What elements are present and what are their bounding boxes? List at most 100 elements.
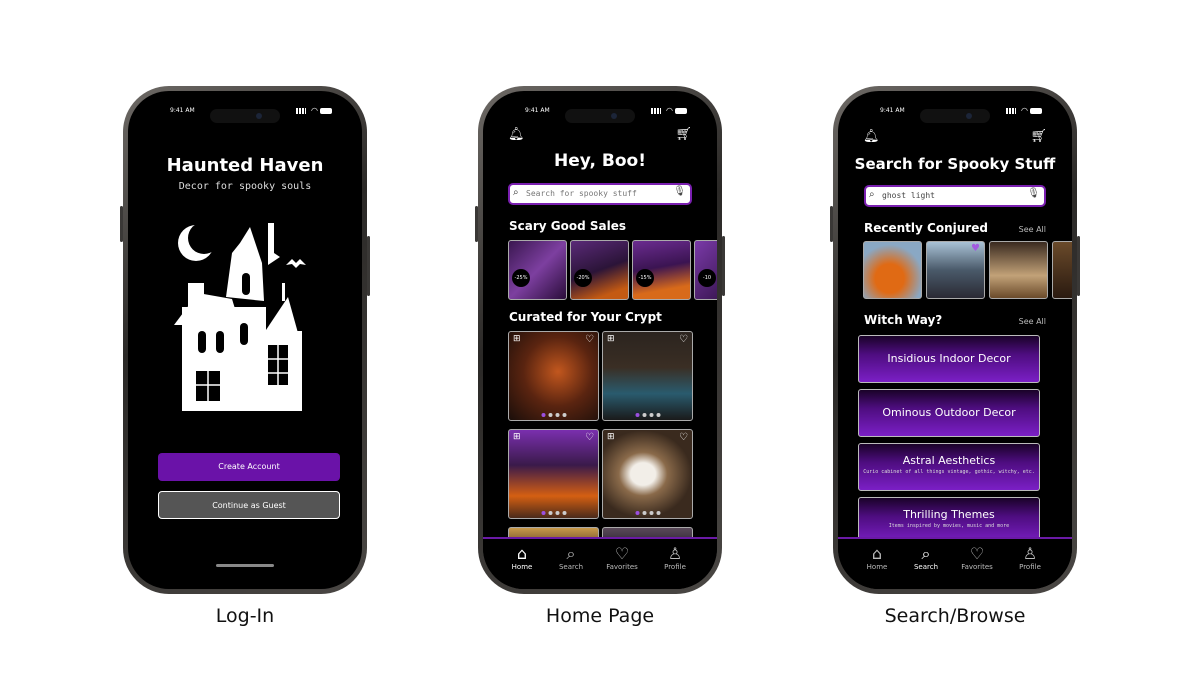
wifi-icon: ◠ [666,106,673,115]
sale-item-1[interactable]: -25% [508,240,567,300]
discount-badge: -10 [698,269,716,287]
app-subtitle: Decor for spooky souls [178,181,312,192]
search-icon: ⌕ [921,544,931,563]
signal-icon [1006,108,1016,114]
tab-search[interactable]: ⌕ Search [551,544,591,572]
recent-item-4[interactable] [1052,241,1072,299]
battery-icon [675,108,687,114]
heart-icon[interactable]: ♡ [585,334,594,345]
tab-home[interactable]: ⌂ Home [857,545,897,572]
phone-login: 9:41 AM ◠ Haunted Haven Decor for spooky… [120,86,370,594]
add-to-cart-icon[interactable]: ⊞ [513,432,521,442]
category-title: Insidious Indoor Decor [887,352,1011,365]
tab-search[interactable]: ⌕ Search [906,544,946,572]
mic-icon[interactable]: 🎙︎ [1027,188,1040,199]
carousel-dots [635,413,660,417]
carousel-dots [541,413,566,417]
heart-icon[interactable]: ♡ [679,432,688,443]
cart-icon[interactable]: 🛒︎ [1030,129,1047,144]
caption-home: Home Page [545,605,655,627]
sale-item-3[interactable]: -15% [632,240,691,300]
category-indoor[interactable]: Insidious Indoor Decor [858,335,1040,383]
search-placeholder: Search for spooky stuff [526,189,637,198]
curated-title: Curated for Your Crypt [509,310,662,324]
witch-way-title: Witch Way? [864,313,943,327]
search-title: Search for Spooky Stuff [854,155,1056,173]
signal-icon [651,108,661,114]
heart-icon[interactable]: ♡ [585,432,594,443]
product-card-3[interactable]: ⊞ ♡ [508,429,599,519]
tab-favorites[interactable]: ♡ Favorites [602,544,642,572]
continue-as-guest-button[interactable]: Continue as Guest [158,491,340,519]
caption-login: Log-In [215,605,275,627]
tab-home[interactable]: ⌂ Home [502,544,542,572]
caption-search: Search/Browse [884,605,1026,627]
recent-item-2[interactable]: ♥ [926,241,985,299]
home-indicator [216,564,274,567]
tab-profile[interactable]: ♙ Profile [1010,544,1050,572]
phone-home: 9:41 AM ◠ 🔔︎ 🛒︎ Hey, Boo! ⌕ Search for s… [475,86,725,594]
create-account-button[interactable]: Create Account [158,453,340,481]
status-time: 9:41 AM [525,107,550,114]
category-title: Thrilling Themes [903,508,995,521]
carousel-dots [635,511,660,515]
discount-badge: -25% [512,269,530,287]
profile-icon: ♙ [667,544,683,563]
search-bar[interactable]: ⌕ ghost light 🎙︎ [864,185,1046,207]
search-bar[interactable]: ⌕ Search for spooky stuff 🎙︎ [508,183,692,205]
battery-icon [1030,108,1042,114]
category-astral[interactable]: Astral Aesthetics Curio cabinet of all t… [858,443,1040,491]
bell-icon[interactable]: 🔔︎ [863,129,880,144]
profile-icon: ♙ [1022,544,1038,563]
search-icon: ⌕ [566,544,576,563]
status-time: 9:41 AM [880,107,905,114]
status-time: 9:41 AM [170,107,195,114]
category-title: Ominous Outdoor Decor [882,406,1016,419]
search-icon: ⌕ [513,187,519,198]
heart-icon[interactable]: ♡ [679,334,688,345]
heart-icon: ♡ [614,544,630,563]
sale-item-4[interactable]: -10 [694,240,717,300]
discount-badge: -20% [574,269,592,287]
product-card-4[interactable]: ⊞ ♡ [602,429,693,519]
status-bar: 9:41 AM ◠ [838,105,1072,117]
category-outdoor[interactable]: Ominous Outdoor Decor [858,389,1040,437]
mic-icon[interactable]: 🎙︎ [673,186,686,197]
greeting-title: Hey, Boo! [554,151,646,171]
heart-icon[interactable]: ♥ [971,243,980,254]
cart-icon[interactable]: 🛒︎ [675,127,692,142]
category-subtitle: Curio cabinet of all things vintage, got… [863,469,1035,475]
recent-item-1[interactable] [863,241,922,299]
product-card-1[interactable]: ⊞ ♡ [508,331,599,421]
haunted-house-illustration [174,222,306,411]
search-query: ghost light [882,191,935,200]
see-all-categories-link[interactable]: See All [1019,317,1046,326]
status-bar: 9:41 AM ◠ [483,105,717,117]
category-title: Astral Aesthetics [902,454,996,467]
app-title: Haunted Haven [166,155,324,176]
search-icon: ⌕ [869,189,875,200]
add-to-cart-icon[interactable]: ⊞ [607,334,615,344]
home-icon: ⌂ [516,544,528,563]
tab-favorites[interactable]: ♡ Favorites [957,544,997,572]
recent-title: Recently Conjured [864,221,988,235]
phone-search: 9:41 AM ◠ 🔔︎ 🛒︎ Search for Spooky Stuff … [830,86,1080,594]
heart-icon: ♡ [969,544,985,563]
add-to-cart-icon[interactable]: ⊞ [513,334,521,344]
wifi-icon: ◠ [311,106,318,115]
discount-badge: -15% [636,269,654,287]
bell-icon[interactable]: 🔔︎ [508,127,525,142]
tab-profile[interactable]: ♙ Profile [655,544,695,572]
signal-icon [296,108,306,114]
login-screen: 9:41 AM ◠ Haunted Haven Decor for spooky… [128,91,362,589]
status-bar: 9:41 AM ◠ [128,105,362,117]
see-all-recent-link[interactable]: See All [1019,225,1046,234]
product-card-2[interactable]: ⊞ ♡ [602,331,693,421]
sale-item-2[interactable]: -20% [570,240,629,300]
tab-bar: ⌂ Home ⌕ Search ♡ Favorites ♙ Profile [483,537,717,589]
carousel-dots [541,511,566,515]
search-screen: 9:41 AM ◠ 🔔︎ 🛒︎ Search for Spooky Stuff … [838,91,1072,589]
recent-item-3[interactable] [989,241,1048,299]
add-to-cart-icon[interactable]: ⊞ [607,432,615,442]
tab-bar: ⌂ Home ⌕ Search ♡ Favorites ♙ Profile [838,537,1072,589]
